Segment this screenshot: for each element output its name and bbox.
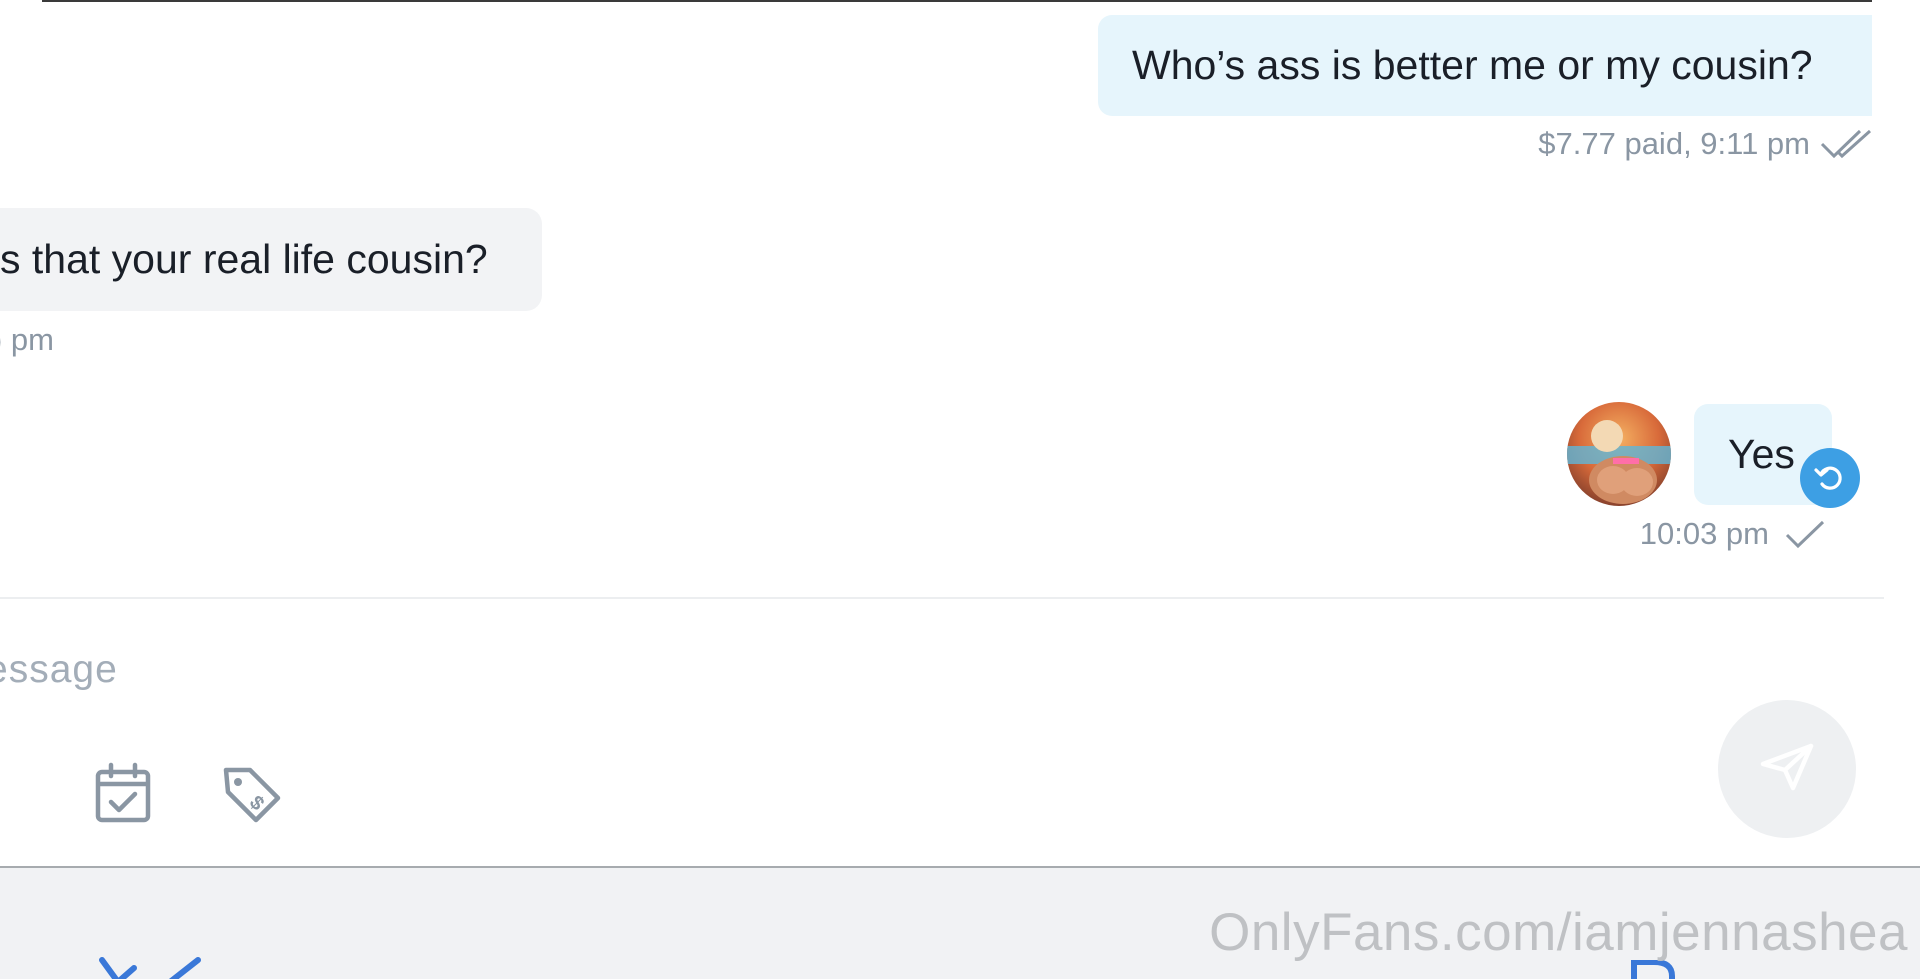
message-text: s that your real life cousin? — [0, 236, 488, 282]
undo-icon[interactable] — [1800, 448, 1860, 508]
message-meta: ) pm — [0, 320, 54, 360]
avatar[interactable] — [1567, 402, 1671, 506]
message-input[interactable] — [0, 640, 1636, 700]
message-bubble-sent[interactable]: Who’s ass is better me or my cousin? — [1098, 15, 1872, 116]
double-check-icon — [1820, 128, 1874, 160]
bottom-bar: OnlyFans.com/iamjennashea — [0, 866, 1920, 979]
watermark-text: OnlyFans.com/iamjennashea — [1209, 903, 1908, 962]
price-tag-icon[interactable]: $ — [220, 764, 284, 829]
message-meta: 10:03 pm — [1640, 514, 1825, 554]
send-icon — [1759, 742, 1815, 797]
media-preview-edge — [42, 0, 1872, 2]
message-meta-text: 10:03 pm — [1639, 516, 1769, 551]
message-meta-text: $7.77 paid, 9:11 pm — [1538, 126, 1810, 161]
message-text: Who’s ass is better me or my cousin? — [1132, 42, 1813, 88]
message-meta: $7.77 paid, 9:11 pm — [1538, 124, 1874, 164]
microphone-icon[interactable] — [0, 760, 20, 825]
send-button[interactable] — [1718, 700, 1856, 838]
composer-divider — [0, 597, 1884, 599]
close-nav-icon[interactable] — [96, 956, 208, 979]
message-meta-text: ) pm — [0, 322, 54, 357]
calendar-check-icon[interactable] — [94, 762, 152, 829]
message-bubble-received[interactable]: s that your real life cousin? — [0, 208, 542, 311]
message-text: Yes — [1728, 431, 1795, 477]
check-icon — [1785, 519, 1825, 549]
